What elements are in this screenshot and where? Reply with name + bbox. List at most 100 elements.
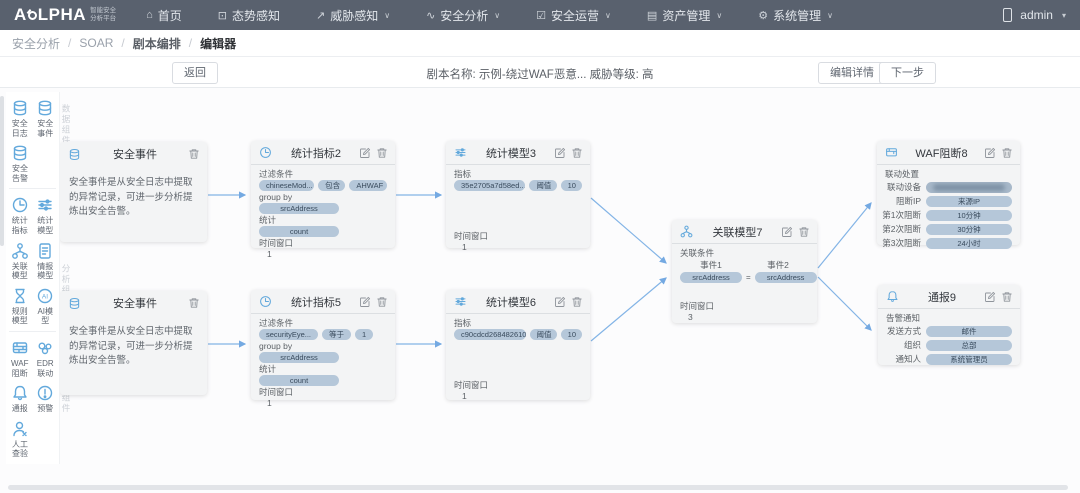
node-stat-model-3[interactable]: 统计模型3 指标 35e2705a7d58ed... 阈值 10 时间窗口 1 xyxy=(446,141,590,248)
trash-icon[interactable] xyxy=(376,296,388,308)
back-button[interactable]: 返回 xyxy=(172,62,218,84)
nav-item-threat[interactable]: ↗威胁感知∨ xyxy=(316,7,390,24)
user-menu[interactable]: admin ▾ xyxy=(1003,8,1066,22)
device-icon xyxy=(1003,8,1012,22)
nav-item-asset[interactable]: ▤资产管理∨ xyxy=(647,7,722,24)
edit-icon[interactable] xyxy=(984,147,996,159)
trash-icon[interactable] xyxy=(571,296,583,308)
document-icon xyxy=(35,241,55,261)
nav-item-analysis[interactable]: ∿安全分析∨ xyxy=(426,7,500,24)
equals-operator: = xyxy=(746,273,751,282)
trash-icon[interactable] xyxy=(1001,147,1013,159)
tag: 24小时 xyxy=(926,238,1012,249)
tag: srcAddress xyxy=(259,203,339,214)
palette-item-manual-check[interactable]: 人工 查验 xyxy=(7,416,33,461)
tag: AHWAF xyxy=(349,180,387,191)
node-stat-indicator-2[interactable]: 统计指标2 过滤条件 chineseMod... 包含 AHWAF group … xyxy=(251,141,395,248)
node-stat-indicator-5[interactable]: 统计指标5 过滤条件 securityEye... 等于 1 group by … xyxy=(251,290,395,400)
trash-icon[interactable] xyxy=(571,147,583,159)
event2-label: 事件2 xyxy=(747,259,809,271)
database-icon xyxy=(35,98,55,118)
node-notification-9[interactable]: 通报9 告警通知 发送方式邮件 组织总部 通知人系统管理员 xyxy=(878,285,1020,365)
event1-label: 事件1 xyxy=(680,259,742,271)
palette-item-waf-block[interactable]: WAF 阻断 xyxy=(7,335,33,380)
bell-icon xyxy=(885,289,900,304)
palette-item-rule-model[interactable]: 规则 模型 xyxy=(7,283,33,328)
nav-item-system[interactable]: ⚙系统管理∨ xyxy=(758,7,833,24)
trash-icon[interactable] xyxy=(188,148,200,160)
tag: 阈值 xyxy=(529,180,556,191)
chevron-down-icon: ∨ xyxy=(716,11,722,20)
edit-icon[interactable] xyxy=(359,147,371,159)
breadcrumb-soar[interactable]: SOAR xyxy=(79,36,113,50)
node-waf-block-8[interactable]: WAF阻断8 联动处置 联动设备 阻断IP来源IP 第1次阻断10分钟 第2次阻… xyxy=(877,141,1020,245)
node-security-event-1[interactable]: 安全事件 安全事件是从安全日志中提取的异常记录，可进一步分析提炼出安全告警。 xyxy=(60,142,207,242)
palette-item-security-alert[interactable]: 安全 告警 xyxy=(7,140,33,185)
logo-text: A xyxy=(14,5,27,25)
sliders-icon xyxy=(453,145,468,160)
vertical-scrollbar-thumb[interactable] xyxy=(0,96,4,246)
database-icon xyxy=(10,98,30,118)
tag: 10 xyxy=(561,329,582,340)
next-step-button[interactable]: 下一步 xyxy=(879,62,936,84)
magnifier-icon xyxy=(28,11,37,20)
nav-item-operation[interactable]: ☑安全运营∨ xyxy=(536,7,611,24)
palette-item-stat-indicator[interactable]: 统计 指标 xyxy=(7,192,33,237)
tag: count xyxy=(259,226,339,237)
clock-icon xyxy=(10,195,30,215)
pulse-icon: ∿ xyxy=(426,9,435,22)
trash-icon[interactable] xyxy=(1001,291,1013,303)
node-stat-model-6[interactable]: 统计模型6 指标 c90cdcd268482610 阈值 10 时间窗口 1 xyxy=(446,290,590,400)
person-icon xyxy=(10,419,30,439)
palette-item-stat-model[interactable]: 统计 模型 xyxy=(33,192,59,237)
gear-icon: ⚙ xyxy=(758,9,768,22)
top-navbar: ALPHA 智能安全 分析平台 ⌂首页 ⊡态势感知 ↗威胁感知∨ ∿安全分析∨ … xyxy=(0,0,1080,30)
edit-icon[interactable] xyxy=(554,296,566,308)
clock-icon xyxy=(258,145,273,160)
tag: 邮件 xyxy=(926,326,1012,337)
breadcrumb-security-analysis[interactable]: 安全分析 xyxy=(12,35,60,52)
breadcrumb-playbook[interactable]: 剧本编排 xyxy=(133,35,181,52)
svg-text:AI: AI xyxy=(42,293,48,300)
node-title: 统计模型3 xyxy=(473,145,549,161)
node-title: 统计指标5 xyxy=(278,294,354,310)
edit-icon[interactable] xyxy=(781,226,793,238)
app-logo: ALPHA 智能安全 分析平台 xyxy=(14,5,116,25)
cluster-icon xyxy=(35,338,55,358)
palette-item-ai-model[interactable]: AI AI模 型 xyxy=(33,283,59,328)
node-description: 安全事件是从安全日志中提取的异常记录，可进一步分析提炼出安全告警。 xyxy=(60,315,207,369)
palette-item-security-event[interactable]: 安全 事件 xyxy=(33,95,59,140)
edit-icon[interactable] xyxy=(984,291,996,303)
tag: 10分钟 xyxy=(926,210,1012,221)
nav-item-situation[interactable]: ⊡态势感知 xyxy=(218,7,280,24)
edit-detail-button[interactable]: 编辑详情 xyxy=(818,62,886,84)
edit-icon[interactable] xyxy=(554,147,566,159)
horizontal-scrollbar-thumb[interactable] xyxy=(8,485,1068,490)
window-value: 1 xyxy=(454,390,582,401)
trash-icon[interactable] xyxy=(798,226,810,238)
main-nav: ⌂首页 ⊡态势感知 ↗威胁感知∨ ∿安全分析∨ ☑安全运营∨ ▤资产管理∨ ⚙系… xyxy=(146,7,833,24)
node-correlation-model-7[interactable]: 关联模型7 关联条件 事件1 事件2 srcAddress = srcAddre… xyxy=(672,220,817,323)
palette-item-notification[interactable]: 通报 xyxy=(7,380,33,416)
palette-item-edr-linkage[interactable]: EDR 联动 xyxy=(33,335,59,380)
tag: count xyxy=(259,375,339,386)
asset-icon: ▤ xyxy=(647,9,657,22)
palette-item-correlation-model[interactable]: 关联 模型 xyxy=(7,238,33,283)
node-security-event-2[interactable]: 安全事件 安全事件是从安全日志中提取的异常记录，可进一步分析提炼出安全告警。 xyxy=(60,291,207,395)
chevron-down-icon: ∨ xyxy=(384,11,390,20)
trend-icon: ↗ xyxy=(316,9,325,22)
palette-item-security-log[interactable]: 安全 日志 xyxy=(7,95,33,140)
firewall-icon xyxy=(10,338,30,358)
database-icon xyxy=(10,143,30,163)
edge xyxy=(591,278,666,341)
tag: 阈值 xyxy=(530,329,557,340)
palette-item-intel-model[interactable]: 情报 模型 xyxy=(33,238,59,283)
hierarchy-icon xyxy=(679,224,694,239)
nav-item-home[interactable]: ⌂首页 xyxy=(146,7,182,24)
palette-item-early-warning[interactable]: 预警 xyxy=(33,380,59,416)
trash-icon[interactable] xyxy=(188,297,200,309)
tag: srcAddress xyxy=(680,272,742,283)
trash-icon[interactable] xyxy=(376,147,388,159)
monitor-icon: ⊡ xyxy=(218,9,227,22)
edit-icon[interactable] xyxy=(359,296,371,308)
